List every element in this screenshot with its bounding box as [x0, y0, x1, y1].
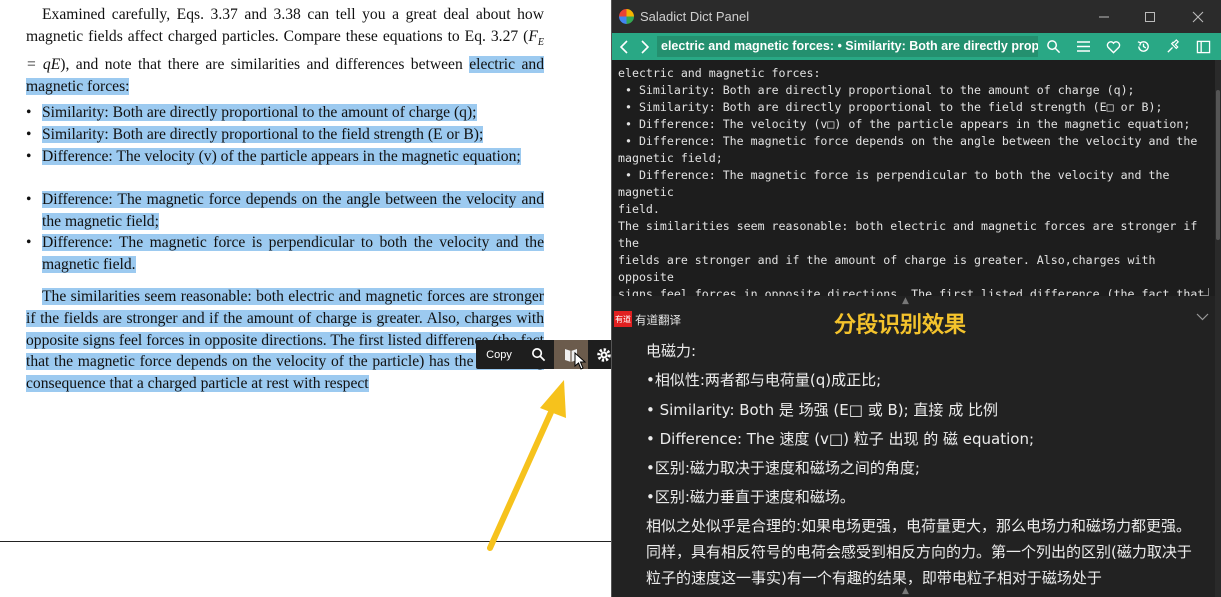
- translation-paragraph: 相似之处似乎是合理的:如果电场更强，电荷量更大，那么电场力和磁场力都更强。同样，…: [646, 516, 1192, 587]
- window-titlebar[interactable]: Saladict Dict Panel: [612, 0, 1221, 33]
- arrow-annotation: [487, 380, 566, 551]
- paragraph-intro: Examined carefully, Eqs. 3.37 and 3.38 c…: [26, 6, 544, 95]
- close-icon: [1192, 11, 1204, 22]
- favorite-button[interactable]: [1100, 33, 1126, 60]
- list-item[interactable]: • Difference: The magnetic force depends…: [26, 189, 544, 233]
- scrollbar-thumb[interactable]: [1216, 90, 1220, 240]
- chevron-up-icon[interactable]: ▲: [902, 296, 909, 306]
- menu-button[interactable]: [1070, 33, 1096, 60]
- resize-grip[interactable]: [1201, 288, 1209, 296]
- source-text-area[interactable]: electric and magnetic forces: • Similari…: [612, 60, 1215, 296]
- back-icon: [619, 39, 628, 54]
- translation-line: 电磁力:: [646, 342, 697, 360]
- selection-toolbar: Copy: [476, 340, 622, 369]
- sidebar-icon: [1196, 40, 1210, 53]
- dict-name: 有道翻译: [635, 313, 681, 327]
- sidebar-button[interactable]: [1190, 33, 1216, 60]
- list-item[interactable]: • Similarity: Both are directly proporti…: [26, 124, 544, 146]
- translation-line: •区别:磁力垂直于速度和磁场。: [646, 488, 855, 507]
- pin-button[interactable]: [1160, 33, 1186, 60]
- dict-header[interactable]: 有道 有道翻译 分段识别效果: [612, 307, 1215, 338]
- panel-toolbar: electric and magnetic forces: • Similari…: [612, 33, 1221, 60]
- list-item[interactable]: • Difference: The magnetic force is perp…: [26, 232, 544, 276]
- bullet-icon: •: [26, 104, 32, 121]
- close-button[interactable]: [1175, 0, 1221, 33]
- settings-icon: [597, 347, 611, 362]
- heart-icon: [1106, 40, 1120, 54]
- bullet-icon: •: [26, 191, 32, 208]
- chevron-up-icon[interactable]: ▲: [902, 586, 909, 596]
- search-button[interactable]: [1040, 33, 1066, 60]
- list-item[interactable]: • Difference: The velocity (v) of the pa…: [26, 146, 544, 168]
- forward-icon: [641, 39, 650, 54]
- window-title: Saladict Dict Panel: [640, 9, 750, 24]
- paragraph-similarities[interactable]: The similarities seem reasonable: both e…: [26, 286, 544, 395]
- maximize-icon: [1145, 11, 1155, 22]
- intro-text: Examined carefully, Eqs. 3.37 and 3.38 c…: [26, 6, 544, 45]
- saladict-panel: Saladict Dict Panel electric and magneti…: [612, 0, 1221, 597]
- search-icon: [1046, 40, 1060, 54]
- search-button[interactable]: [522, 340, 554, 369]
- annotation-caption: 分段识别效果: [834, 313, 967, 338]
- bullet-icon: •: [26, 126, 32, 143]
- minimize-button[interactable]: [1081, 0, 1127, 33]
- copy-button[interactable]: Copy: [476, 340, 522, 369]
- maximize-button[interactable]: [1127, 0, 1173, 33]
- history-button[interactable]: [1130, 33, 1156, 60]
- translation-result: 电磁力: •相似性:两者都与电荷量(q)成正比; • Similarity: B…: [646, 337, 1206, 591]
- youdao-logo: 有道: [614, 311, 632, 327]
- translation-line: •相似性:两者都与电荷量(q)成正比;: [646, 371, 882, 390]
- forward-button[interactable]: [635, 33, 655, 60]
- history-icon: [1137, 41, 1149, 52]
- back-button[interactable]: [614, 33, 634, 60]
- pin-icon: [1166, 39, 1179, 53]
- chevron-down-icon[interactable]: [1196, 311, 1209, 324]
- menu-icon: [1076, 41, 1090, 52]
- bullet-icon: •: [26, 234, 32, 251]
- query-input[interactable]: electric and magnetic forces: • Similari…: [657, 36, 1038, 57]
- list-item[interactable]: • Similarity: Both are directly proporti…: [26, 102, 544, 124]
- translation-line: • Similarity: Both 是 场强 (E□ 或 B); 直接 成 比…: [646, 400, 998, 419]
- bullet-icon: •: [26, 148, 32, 165]
- translation-line: • Difference: The 速度 (v□) 粒子 出现 的 磁 equa…: [646, 429, 1035, 448]
- field-vector: E: [50, 55, 61, 73]
- mouse-cursor-icon: [574, 352, 587, 370]
- search-icon: [531, 348, 545, 362]
- translation-line: •区别:磁力取决于速度和磁场之间的角度;: [646, 459, 920, 478]
- force-vector: F: [528, 27, 538, 45]
- minimize-icon: [1099, 16, 1109, 17]
- saladict-logo: [619, 9, 634, 24]
